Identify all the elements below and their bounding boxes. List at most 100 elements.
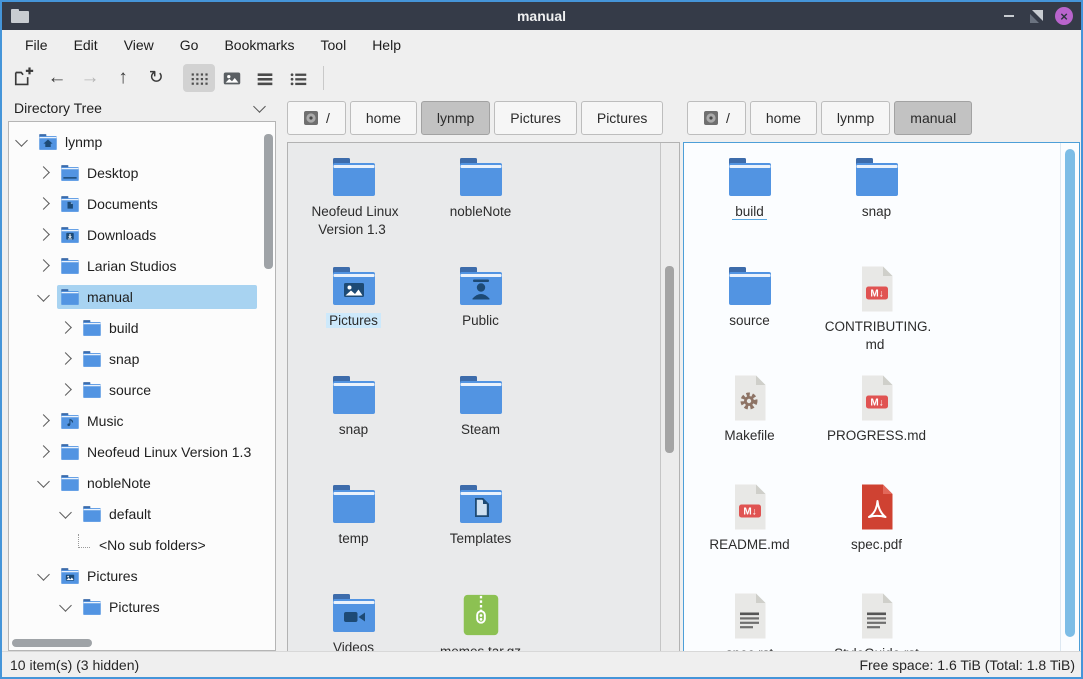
icon-view-button[interactable]: [183, 64, 215, 92]
statusbar: 10 item(s) (3 hidden) Free space: 1.6 Ti…: [2, 651, 1081, 677]
chevron-collapsed-icon[interactable]: [59, 321, 72, 334]
middle-scrollbar-track[interactable]: [660, 143, 679, 652]
text-file-icon: [730, 592, 770, 640]
right-breadcrumb: / home lynmp manual: [687, 101, 976, 135]
chevron-collapsed-icon[interactable]: [37, 166, 50, 179]
file-item-steam[interactable]: Steam: [417, 367, 544, 476]
breadcrumb-pictures-2[interactable]: Pictures: [581, 101, 664, 135]
tree-item-build[interactable]: build: [9, 312, 261, 343]
file-item-build[interactable]: build: [686, 149, 813, 258]
maximize-button[interactable]: [1030, 10, 1043, 23]
file-item-pictures[interactable]: Pictures: [290, 258, 417, 367]
bars-icon: [254, 67, 276, 89]
tree-item-larian-studios[interactable]: Larian Studios: [9, 250, 261, 281]
folder-icon: [60, 474, 80, 492]
breadcrumb-pictures[interactable]: Pictures: [494, 101, 577, 135]
tree-item-snap[interactable]: snap: [9, 343, 261, 374]
text-file-icon: [857, 592, 897, 640]
chevron-expanded-icon[interactable]: [15, 134, 28, 147]
chevron-expanded-icon[interactable]: [59, 599, 72, 612]
menu-bookmarks[interactable]: Bookmarks: [211, 30, 307, 60]
file-item-spec-rst[interactable]: spec.rst: [686, 585, 813, 653]
tree-item-default[interactable]: default: [9, 498, 261, 529]
file-item-snap[interactable]: snap: [290, 367, 417, 476]
chevron-expanded-icon[interactable]: [59, 506, 72, 519]
detailed-list-view-button[interactable]: [282, 64, 314, 92]
tree-item-downloads[interactable]: Downloads: [9, 219, 261, 250]
breadcrumb-root[interactable]: /: [287, 101, 346, 135]
sidebar-vertical-scrollbar[interactable]: [264, 134, 273, 269]
menu-tool[interactable]: Tool: [308, 30, 360, 60]
file-item-neofeud[interactable]: Neofeud Linux Version 1.3: [290, 149, 417, 258]
sidebar-horizontal-scrollbar[interactable]: [12, 639, 92, 647]
file-item-memes-archive[interactable]: memes.tar.gz: [417, 585, 544, 653]
menu-file[interactable]: File: [12, 30, 61, 60]
minimize-button[interactable]: [1000, 7, 1018, 25]
forward-button[interactable]: [74, 64, 106, 92]
compact-view-button[interactable]: [249, 64, 281, 92]
tree-item-lynmp[interactable]: lynmp: [9, 126, 261, 157]
file-item-readme-md[interactable]: README.md: [686, 476, 813, 585]
chevron-collapsed-icon[interactable]: [37, 259, 50, 272]
home-folder-icon: [38, 133, 58, 151]
sidebar-mode-select[interactable]: Directory Tree: [8, 95, 276, 121]
toolbar: [2, 60, 1081, 95]
breadcrumb-manual[interactable]: manual: [894, 101, 972, 135]
drive-icon: [703, 110, 719, 126]
file-item-styleguide-rst[interactable]: StyleGuide.rst: [813, 585, 940, 653]
file-item-videos[interactable]: Videos: [290, 585, 417, 653]
chevron-collapsed-icon[interactable]: [37, 197, 50, 210]
middle-scrollbar-thumb[interactable]: [665, 266, 674, 453]
file-item-temp[interactable]: temp: [290, 476, 417, 585]
chevron-expanded-icon[interactable]: [37, 568, 50, 581]
tree-item-pictures[interactable]: Pictures: [9, 560, 261, 591]
chevron-collapsed-icon[interactable]: [59, 383, 72, 396]
markdown-file-icon: [730, 483, 770, 531]
tree-item-music[interactable]: Music: [9, 405, 261, 436]
file-item-makefile[interactable]: Makefile: [686, 367, 813, 476]
file-item-source[interactable]: source: [686, 258, 813, 367]
file-item-contributing-md[interactable]: CONTRIBUTING.md: [813, 258, 940, 367]
public-folder-icon: [457, 265, 505, 307]
close-button[interactable]: ×: [1055, 7, 1073, 25]
tree-item-desktop[interactable]: Desktop: [9, 157, 261, 188]
window-title: manual: [2, 8, 1081, 24]
breadcrumb-home[interactable]: home: [750, 101, 817, 135]
right-scrollbar-thumb[interactable]: [1065, 149, 1075, 637]
chevron-collapsed-icon[interactable]: [59, 352, 72, 365]
folder-icon: [457, 156, 505, 198]
reload-button[interactable]: [140, 64, 172, 92]
chevron-expanded-icon[interactable]: [37, 475, 50, 488]
menu-help[interactable]: Help: [359, 30, 414, 60]
tree-item-noblenote[interactable]: nobleNote: [9, 467, 261, 498]
file-item-templates[interactable]: Templates: [417, 476, 544, 585]
tree-item-pictures-sub[interactable]: Pictures: [9, 591, 261, 622]
file-item-snap[interactable]: snap: [813, 149, 940, 258]
file-item-spec-pdf[interactable]: spec.pdf: [813, 476, 940, 585]
file-item-progress-md[interactable]: PROGRESS.md: [813, 367, 940, 476]
chevron-expanded-icon[interactable]: [37, 289, 50, 302]
file-item-public[interactable]: Public: [417, 258, 544, 367]
chevron-collapsed-icon[interactable]: [37, 414, 50, 427]
right-scrollbar-track[interactable]: [1060, 143, 1079, 652]
file-item-noblenote[interactable]: nobleNote: [417, 149, 544, 258]
tree-item-documents[interactable]: Documents: [9, 188, 261, 219]
chevron-collapsed-icon[interactable]: [37, 228, 50, 241]
menu-go[interactable]: Go: [167, 30, 212, 60]
right-file-view: build snap source CONTRIBUTING.md Makefi…: [683, 142, 1080, 653]
tree-item-source[interactable]: source: [9, 374, 261, 405]
breadcrumb-lynmp[interactable]: lynmp: [821, 101, 890, 135]
tree-item-neofeud[interactable]: Neofeud Linux Version 1.3: [9, 436, 261, 467]
menu-view[interactable]: View: [111, 30, 167, 60]
chevron-collapsed-icon[interactable]: [37, 445, 50, 458]
makefile-gear-icon: [730, 374, 770, 422]
new-tab-button[interactable]: [8, 64, 40, 92]
breadcrumb-lynmp[interactable]: lynmp: [421, 101, 490, 135]
breadcrumb-root[interactable]: /: [687, 101, 746, 135]
menu-edit[interactable]: Edit: [61, 30, 111, 60]
breadcrumb-home[interactable]: home: [350, 101, 417, 135]
thumbnail-view-button[interactable]: [216, 64, 248, 92]
up-button[interactable]: [107, 64, 139, 92]
back-button[interactable]: [41, 64, 73, 92]
tree-item-manual[interactable]: manual: [9, 281, 261, 312]
